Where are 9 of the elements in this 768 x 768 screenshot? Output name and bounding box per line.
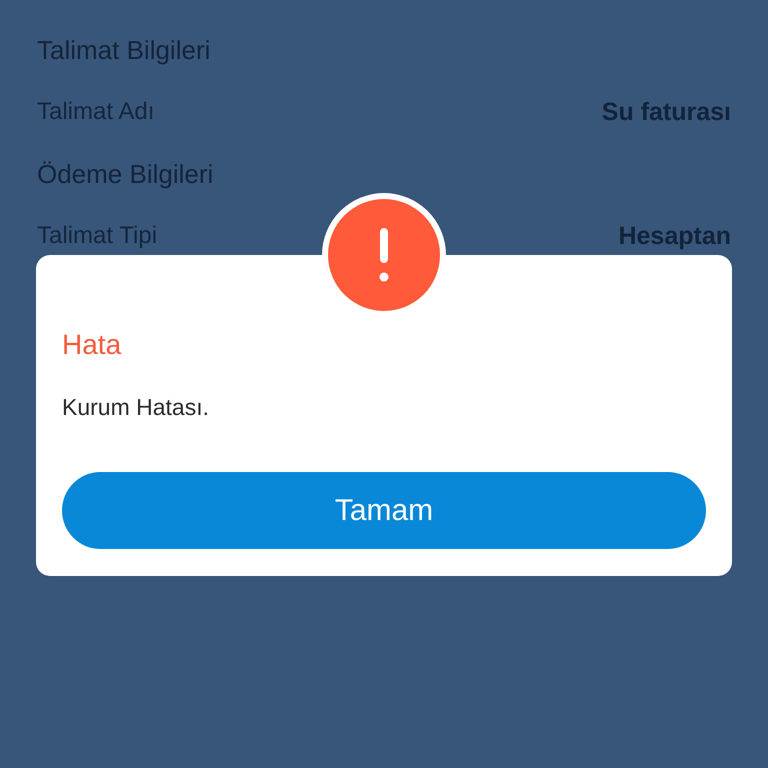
section-title: Talimat Bilgileri [37,34,210,66]
row-label: Talimat Tipi [37,222,158,250]
row-value: Hesaptan [618,222,731,250]
dialog-title: Hata [62,329,122,361]
row-label: Talimat Adı [37,98,154,126]
row-value: Su faturası [602,98,731,126]
confirm-button[interactable]: Tamam [62,472,706,549]
dialog-message: Kurum Hatası. [62,393,209,421]
section-title: Ödeme Bilgileri [37,158,214,190]
